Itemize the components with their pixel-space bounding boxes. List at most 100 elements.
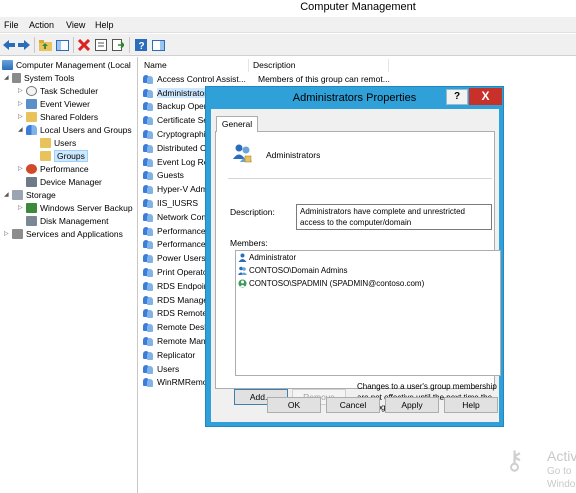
- tree-computer-management[interactable]: Computer Management (Local: [2, 58, 131, 71]
- member-name: Administrator: [249, 253, 297, 262]
- tree-windows-server-backup[interactable]: ▷ Windows Server Backup: [18, 201, 133, 214]
- general-tab-page: Administrators Description: Administrato…: [215, 131, 501, 412]
- tree-users[interactable]: Users: [40, 136, 76, 149]
- tree-label: Local Users and Groups: [40, 124, 132, 135]
- row-description: Members of this group can remot...: [258, 73, 390, 84]
- tree-local-users-groups[interactable]: ◢ Local Users and Groups: [18, 123, 132, 136]
- menu-file[interactable]: File: [4, 20, 19, 30]
- window-title: Computer Management: [300, 1, 416, 13]
- computer-icon: [2, 59, 13, 70]
- forward-icon[interactable]: [17, 38, 31, 52]
- export-list-icon[interactable]: [111, 38, 125, 52]
- tree-groups[interactable]: Groups: [40, 149, 88, 162]
- group-icon: [143, 336, 154, 347]
- storage-icon: [12, 189, 23, 200]
- group-icon: [143, 364, 154, 374]
- member-item[interactable]: Administrator: [238, 253, 296, 262]
- column-header-name[interactable]: Name: [140, 59, 249, 72]
- group-icon: [143, 143, 154, 153]
- expand-arrow-icon[interactable]: ▷: [4, 230, 12, 237]
- tree-label: Disk Management: [40, 215, 109, 226]
- member-item[interactable]: CONTOSO\SPADMIN (SPADMIN@contoso.com): [238, 279, 424, 288]
- folder-icon: [40, 137, 51, 148]
- folder-icon: [40, 150, 51, 161]
- group-icon: [143, 322, 154, 333]
- dialog-close-button[interactable]: X: [469, 88, 502, 105]
- collapse-arrow-icon[interactable]: ◢: [4, 74, 12, 81]
- menu-view[interactable]: View: [66, 20, 85, 30]
- event-viewer-icon: [26, 98, 37, 109]
- member-name: CONTOSO\SPADMIN (SPADMIN@contoso.com): [249, 279, 425, 288]
- group-icon: [143, 281, 154, 291]
- tree-label: Groups: [54, 149, 88, 162]
- tree-label: Windows Server Backup: [40, 202, 133, 213]
- tree-label: Event Viewer: [40, 98, 90, 109]
- member-item[interactable]: CONTOSO\Domain Admins: [238, 266, 348, 275]
- tree-storage[interactable]: ◢ Storage: [4, 188, 56, 201]
- apply-button[interactable]: Apply: [385, 397, 439, 413]
- watermark-line: Activ: [547, 448, 576, 464]
- tree-event-viewer[interactable]: ▷ Event Viewer: [18, 97, 90, 110]
- list-row[interactable]: Access Control Assist... Members of this …: [140, 72, 576, 86]
- collapse-arrow-icon[interactable]: ◢: [4, 191, 12, 198]
- show-action-pane-icon[interactable]: [151, 38, 165, 52]
- divider: [228, 178, 492, 179]
- watermark-line: Go to: [547, 466, 572, 477]
- help-button[interactable]: Help: [444, 397, 498, 413]
- tab-general[interactable]: General: [216, 116, 258, 132]
- tree-performance[interactable]: ▷ Performance: [18, 162, 89, 175]
- up-folder-icon[interactable]: [38, 38, 52, 52]
- tree-system-tools[interactable]: ◢ System Tools: [4, 71, 74, 84]
- tree-task-scheduler[interactable]: ▷ Task Scheduler: [18, 84, 98, 97]
- show-hide-tree-icon[interactable]: [55, 38, 69, 52]
- group-icon: [143, 74, 154, 84]
- members-list[interactable]: Administrator CONTOSO\Domain Admins CONT…: [235, 250, 501, 376]
- expand-arrow-icon[interactable]: ▷: [18, 87, 26, 94]
- tree-disk-management[interactable]: Disk Management: [26, 214, 109, 227]
- tree-device-manager[interactable]: Device Manager: [26, 175, 102, 188]
- back-icon[interactable]: [2, 38, 16, 52]
- svg-text:?: ?: [139, 41, 145, 51]
- row-name: Access Control Assist...: [157, 73, 246, 84]
- group-icon: [232, 143, 254, 163]
- tree-label: Services and Applications: [26, 228, 123, 239]
- group-icon: [143, 170, 154, 181]
- administrators-properties-dialog: Administrators Properties ? X General Ad…: [205, 86, 504, 427]
- dialog-help-button[interactable]: ?: [446, 89, 468, 105]
- dialog-body: General Administrators Description: Admi…: [211, 109, 501, 422]
- menu-bar: File Action View Help: [0, 17, 576, 33]
- column-header-description[interactable]: Description: [249, 59, 389, 72]
- expand-arrow-icon[interactable]: ▷: [18, 100, 26, 107]
- toolbar-separator: [34, 37, 35, 53]
- group-icon: [143, 253, 154, 264]
- description-field[interactable]: Administrators have complete and unrestr…: [296, 204, 492, 230]
- expand-arrow-icon[interactable]: ▷: [18, 204, 26, 211]
- navigation-tree: Computer Management (Local ◢ System Tool…: [0, 57, 138, 493]
- group-icon: [143, 226, 154, 236]
- group-icon: [143, 198, 154, 209]
- performance-icon: [26, 163, 37, 174]
- ok-button[interactable]: OK: [267, 397, 321, 413]
- expand-arrow-icon[interactable]: ▷: [18, 165, 26, 172]
- menu-help[interactable]: Help: [95, 20, 114, 30]
- tree-label: Shared Folders: [40, 111, 99, 122]
- group-icon: [143, 295, 154, 305]
- tree-shared-folders[interactable]: ▷ Shared Folders: [18, 110, 98, 123]
- properties-icon[interactable]: [94, 38, 108, 52]
- watermark-line: Windo: [547, 479, 576, 490]
- group-name: Administrators: [266, 150, 321, 160]
- group-icon: [143, 267, 154, 278]
- collapse-arrow-icon[interactable]: ◢: [18, 126, 26, 133]
- tree-label: Task Scheduler: [40, 85, 99, 96]
- delete-icon[interactable]: [77, 38, 91, 52]
- window-titlebar: Computer Management: [0, 0, 576, 16]
- tree-services-applications[interactable]: ▷ Services and Applications: [4, 227, 123, 240]
- menu-action[interactable]: Action: [29, 20, 54, 30]
- help-icon[interactable]: ?: [134, 38, 148, 52]
- expand-arrow-icon[interactable]: ▷: [18, 113, 26, 120]
- device-manager-icon: [26, 176, 37, 187]
- group-icon: [143, 308, 154, 319]
- users-icon: [26, 124, 37, 135]
- clock-icon: [26, 85, 37, 96]
- cancel-button[interactable]: Cancel: [326, 397, 380, 413]
